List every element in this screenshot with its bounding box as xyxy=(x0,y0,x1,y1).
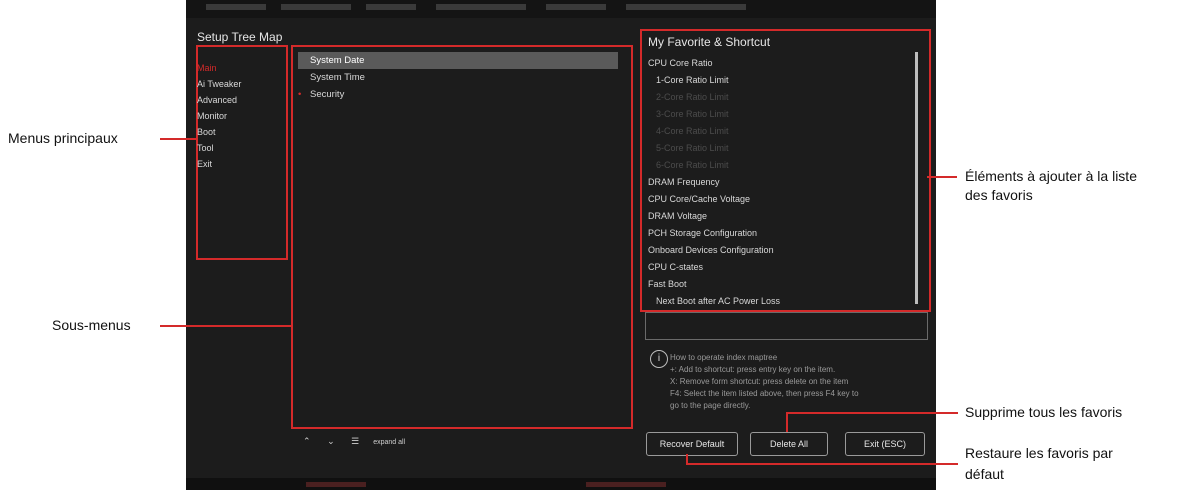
fav-item[interactable]: 5-Core Ratio Limit xyxy=(648,140,910,157)
annotation-recover-line1: Restaure les favoris par xyxy=(965,445,1113,461)
fav-item[interactable]: CPU Core Ratio xyxy=(648,55,910,72)
fav-item[interactable]: 2-Core Ratio Limit xyxy=(648,89,910,106)
submenu-list: System Date System Time • Security xyxy=(298,52,618,103)
favorites-list: CPU Core Ratio 1-Core Ratio Limit 2-Core… xyxy=(648,55,910,310)
bullet-icon: • xyxy=(298,89,302,100)
main-menu-list: Main Ai Tweaker Advanced Monitor Boot To… xyxy=(197,60,277,172)
annotation-favorite-items-line1: Éléments à ajouter à la liste xyxy=(965,168,1137,184)
submenu-item-system-date[interactable]: System Date xyxy=(298,52,618,69)
delete-all-button[interactable]: Delete All xyxy=(750,432,828,456)
exit-esc-button[interactable]: Exit (ESC) xyxy=(845,432,925,456)
expand-all-button[interactable]: expand all xyxy=(373,439,405,446)
submenu-label: Security xyxy=(310,89,345,100)
top-menu-strip xyxy=(186,0,936,18)
leader-line xyxy=(160,325,291,327)
fav-item[interactable]: DRAM Frequency xyxy=(648,174,910,191)
menu-item-boot[interactable]: Boot xyxy=(197,124,277,140)
fav-item[interactable]: 3-Core Ratio Limit xyxy=(648,106,910,123)
favorites-scrollbar[interactable] xyxy=(915,52,918,304)
leader-line xyxy=(927,176,957,178)
help-line: go to the page directly. xyxy=(670,401,751,410)
fav-item[interactable]: PCH Storage Configuration xyxy=(648,225,910,242)
help-line: How to operate index maptree xyxy=(670,353,778,362)
fav-item[interactable]: 4-Core Ratio Limit xyxy=(648,123,910,140)
submenu-label: System Date xyxy=(310,55,365,66)
collapse-down-icon[interactable]: ⌄ xyxy=(327,436,335,446)
fav-item[interactable]: 6-Core Ratio Limit xyxy=(648,157,910,174)
leader-line xyxy=(786,412,788,432)
fav-item[interactable]: Next Boot after AC Power Loss xyxy=(648,293,910,310)
leader-line xyxy=(686,463,958,465)
collapse-up-icon[interactable]: ⌃ xyxy=(303,436,311,446)
list-icon: ☰ xyxy=(351,436,360,446)
annotation-recover-line2: défaut xyxy=(965,466,1004,482)
fav-item[interactable]: DRAM Voltage xyxy=(648,208,910,225)
recover-default-button[interactable]: Recover Default xyxy=(646,432,738,456)
fav-item[interactable]: CPU Core/Cache Voltage xyxy=(648,191,910,208)
submenu-item-system-time[interactable]: System Time xyxy=(298,69,618,86)
fav-item[interactable]: Onboard Devices Configuration xyxy=(648,242,910,259)
submenu-label: System Time xyxy=(310,72,365,83)
annotation-delete-all: Supprime tous les favoris xyxy=(965,404,1123,420)
tree-map-title: Setup Tree Map xyxy=(197,30,283,44)
menu-item-exit[interactable]: Exit xyxy=(197,156,277,172)
menu-item-main[interactable]: Main xyxy=(197,60,277,76)
menu-item-ai-tweaker[interactable]: Ai Tweaker xyxy=(197,76,277,92)
fav-item[interactable]: 1-Core Ratio Limit xyxy=(648,72,910,89)
help-text: How to operate index maptree +: Add to s… xyxy=(670,352,932,412)
annotation-favorite-items-line2: des favoris xyxy=(965,187,1033,203)
fav-item[interactable]: Fast Boot xyxy=(648,276,910,293)
help-line: F4: Select the item listed above, then p… xyxy=(670,389,859,398)
leader-line xyxy=(160,138,196,140)
annotation-submenus: Sous-menus xyxy=(52,317,131,333)
bottom-strip xyxy=(186,478,936,490)
fav-item[interactable]: CPU C-states xyxy=(648,259,910,276)
menu-item-monitor[interactable]: Monitor xyxy=(197,108,277,124)
leader-line xyxy=(786,412,958,414)
tree-toolbar: ⌃ ⌄ ☰ expand all xyxy=(303,436,419,447)
help-line: +: Add to shortcut: press entry key on t… xyxy=(670,365,836,374)
menu-item-advanced[interactable]: Advanced xyxy=(197,92,277,108)
submenu-item-security[interactable]: • Security xyxy=(298,86,618,103)
help-line: X: Remove form shortcut: press delete on… xyxy=(670,377,849,386)
menu-item-tool[interactable]: Tool xyxy=(197,140,277,156)
annotation-main-menus: Menus principaux xyxy=(8,130,118,146)
shortcut-empty-box xyxy=(645,312,928,340)
info-icon: i xyxy=(650,350,668,368)
